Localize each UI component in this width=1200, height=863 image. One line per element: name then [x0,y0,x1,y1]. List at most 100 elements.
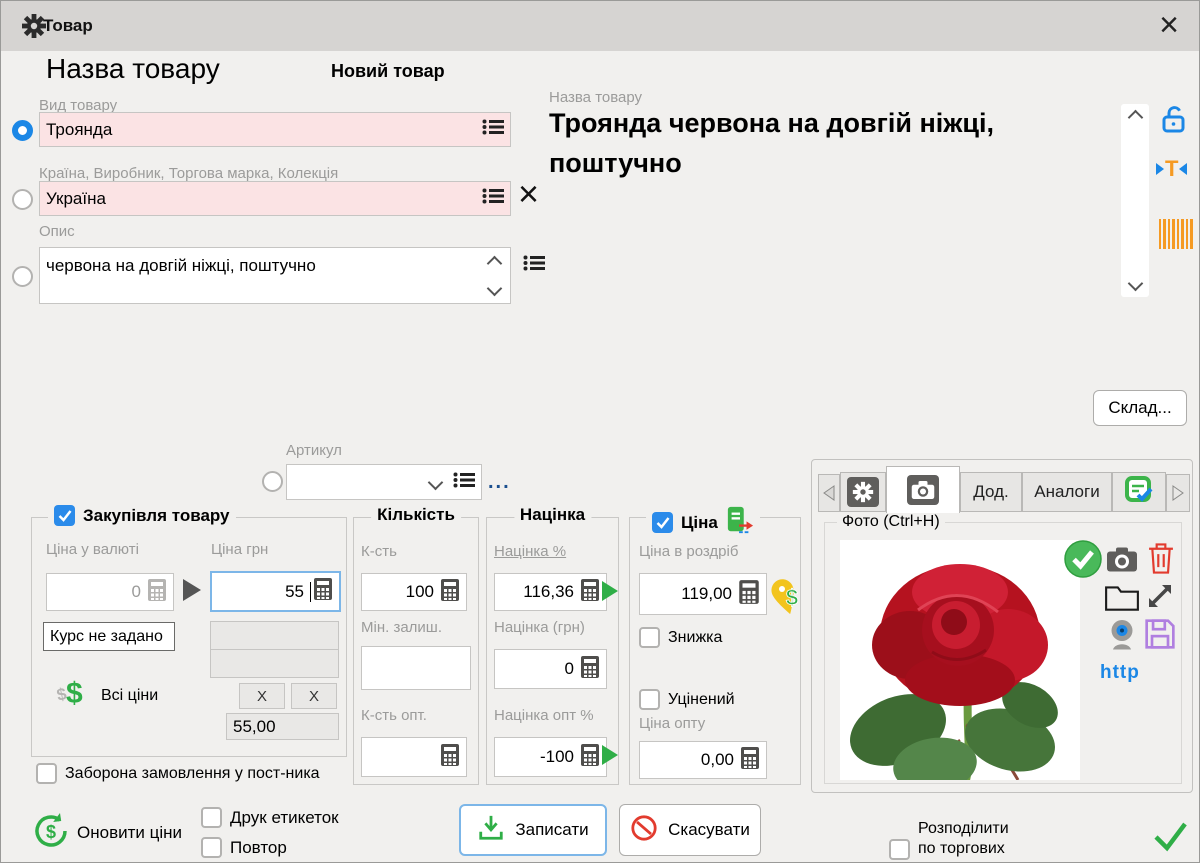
repeat-row[interactable]: Повтор [201,837,287,858]
tab-additional[interactable]: Дод. [960,472,1022,512]
forbid-order-checkbox[interactable] [36,763,57,784]
list-picker-icon[interactable] [482,188,504,209]
http-icon[interactable]: http [1100,662,1140,684]
folder-icon[interactable] [1104,584,1140,617]
calculator-icon[interactable] [740,746,760,775]
country-radio[interactable] [12,189,33,210]
distribute-row[interactable]: Розподілити по торгових точках [889,819,1030,863]
disabled-box-2 [210,649,339,678]
calculator-icon[interactable] [440,578,460,607]
qty-opt-input[interactable] [361,737,467,777]
spinner-up-icon[interactable] [487,256,503,272]
refresh-prices-icon[interactable]: $ [31,811,71,856]
calculator-icon[interactable] [440,743,460,772]
trash-icon[interactable] [1148,542,1174,580]
discount-row[interactable]: Знижка [639,627,722,648]
article-radio[interactable] [262,471,283,492]
article-label: Артикул [286,442,342,459]
list-picker-icon[interactable] [482,119,504,140]
country-value: Україна [40,189,482,209]
kind-input[interactable]: Троянда [39,112,511,147]
purchase-checkbox[interactable] [54,505,75,526]
scroll-up-icon[interactable] [1127,110,1143,126]
currency-price-input[interactable]: 0 [46,573,174,611]
repeat-checkbox[interactable] [201,837,222,858]
article-more-button[interactable]: ... [488,471,511,494]
cancel-button[interactable]: Скасувати [619,804,761,856]
save-floppy-icon[interactable] [1144,618,1176,655]
tab-photo[interactable] [886,466,960,513]
save-button[interactable]: Записати [459,804,607,856]
calculator-icon[interactable] [313,577,333,606]
calculator-icon[interactable] [580,578,600,607]
markdown-checkbox[interactable] [639,689,660,710]
photo-accept-icon[interactable] [1064,540,1102,583]
calculator-icon[interactable] [580,655,600,684]
discount-label: Знижка [668,629,722,647]
markup-pct-label[interactable]: Націнка % [494,543,566,560]
tab-additional-label: Дод. [973,482,1008,502]
country-input[interactable]: Україна [39,181,511,216]
mult-2: X [309,688,319,705]
kind-radio[interactable] [12,120,33,141]
retail-price-value: 119,00 [640,584,738,604]
calculator-icon[interactable] [147,578,167,607]
wholesale-price-input[interactable]: 0,00 [639,741,767,779]
kind-value: Троянда [40,120,482,140]
expand-icon[interactable] [1144,580,1176,617]
tab-settings[interactable] [840,472,886,512]
compress-text-icon[interactable]: T [1156,159,1187,179]
product-photo[interactable] [840,540,1080,780]
desc-input[interactable]: червона на довгій ніжці, поштучно [39,247,511,304]
warehouse-button[interactable]: Склад... [1093,390,1187,426]
tabs-scroll-right-button[interactable] [1166,474,1190,512]
all-prices-label: Всі ціни [101,687,158,705]
spinner-down-icon[interactable] [487,281,503,297]
price-export-icon[interactable] [726,505,754,540]
lock-open-icon[interactable] [1159,105,1189,140]
update-prices-label[interactable]: Оновити ціни [77,823,182,843]
retail-price-label: Ціна в роздріб [639,543,738,560]
apply-markup-icon[interactable] [602,581,618,601]
markup-opt-input[interactable]: -100 [494,737,607,777]
article-combo[interactable] [286,464,482,500]
chevron-down-icon[interactable] [428,474,444,490]
webcam-icon[interactable] [1108,618,1136,656]
total-value: 55,00 [227,717,338,737]
tabs-scroll-left-button[interactable] [818,474,840,512]
name-scrollbar[interactable] [1121,104,1149,297]
calculator-icon[interactable] [580,743,600,772]
close-icon[interactable]: × [1159,5,1179,45]
scroll-down-icon[interactable] [1127,276,1143,292]
price-checkbox[interactable] [652,512,673,533]
photo-camera-icon[interactable] [1106,546,1138,578]
total-box: 55,00 [226,713,339,740]
print-labels-checkbox[interactable] [201,807,222,828]
country-label: Країна, Виробник, Торгова марка, Колекці… [39,165,338,182]
calculator-icon[interactable] [738,579,760,610]
svg-text:$: $ [786,585,798,610]
retail-price-input[interactable]: 119,00 [639,573,767,615]
list-picker-icon[interactable] [453,472,475,493]
min-stock-input[interactable] [361,646,471,690]
page-title: Назва товару [46,53,220,85]
markup-pct-input[interactable]: 116,36 [494,573,607,611]
print-labels-row[interactable]: Друк етикеток [201,807,339,828]
distribute-checkbox[interactable] [889,839,910,860]
apply-markup-opt-icon[interactable] [602,745,618,765]
discount-checkbox[interactable] [639,627,660,648]
barcode-icon[interactable] [1159,219,1193,249]
markdown-row[interactable]: Уцінений [639,689,735,710]
qty-input[interactable]: 100 [361,573,467,611]
uah-price-input[interactable]: 55 [210,571,341,612]
clear-x-icon[interactable]: × [518,173,539,215]
desc-radio[interactable] [12,266,33,287]
confirm-check-icon[interactable] [1149,813,1191,860]
markup-uah-input[interactable]: 0 [494,649,607,689]
tab-analogs[interactable]: Аналоги [1022,472,1112,512]
price-pin-icon[interactable]: $ [771,577,803,622]
tab-checklist[interactable] [1112,472,1166,512]
all-prices-dollar-icon[interactable]: $$ [57,677,91,713]
forbid-order-row[interactable]: Заборона замовлення у пост-ника [36,763,320,784]
list-picker-icon[interactable] [523,255,545,276]
